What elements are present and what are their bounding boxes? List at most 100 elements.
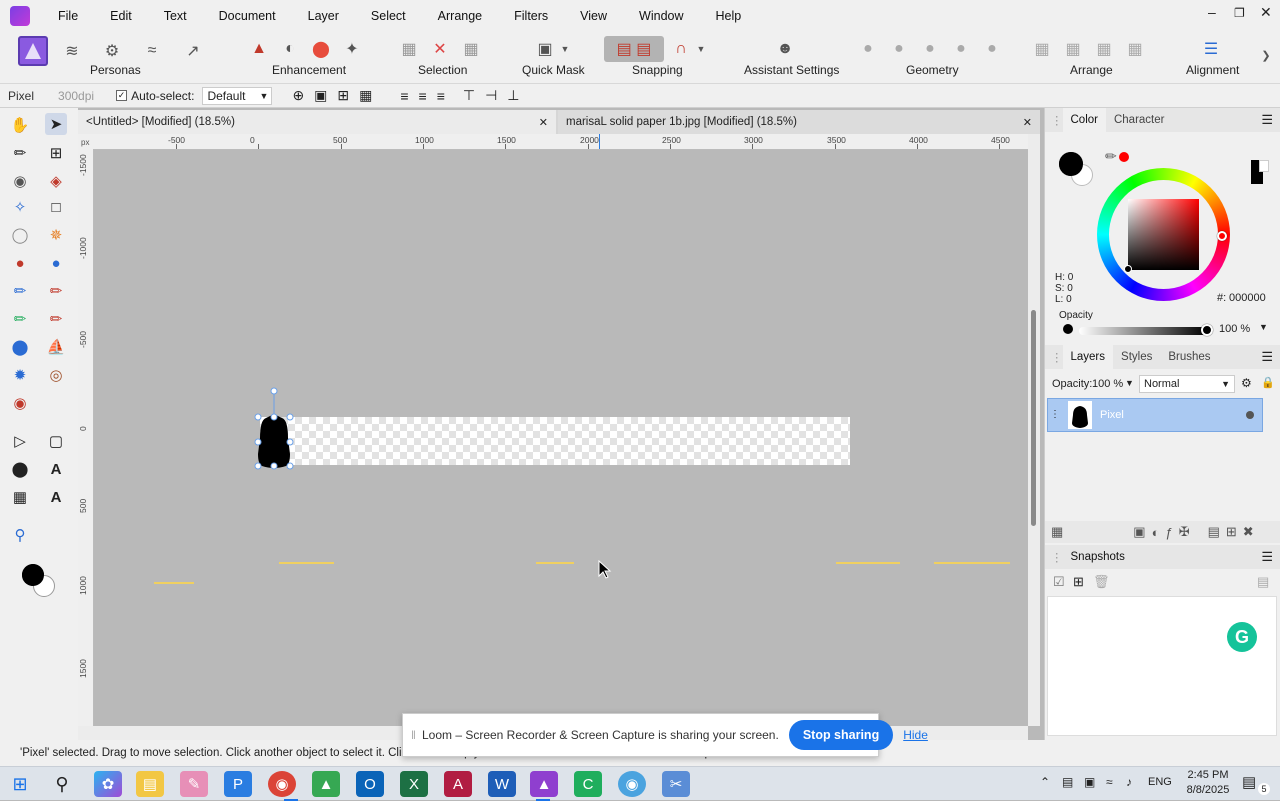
tab-solid-paper[interactable]: marisaL solid paper 1b.jpg [Modified] (1… bbox=[558, 110, 1040, 134]
white-swatch[interactable] bbox=[1259, 160, 1269, 172]
copilot-icon[interactable]: ✿ bbox=[94, 771, 122, 797]
snapshot-restore-icon[interactable]: ☑ bbox=[1053, 574, 1065, 590]
alignment-icon[interactable]: ☰ bbox=[1198, 36, 1224, 62]
quick-mask-icon[interactable]: ▣ bbox=[532, 36, 558, 62]
tray-volume-icon[interactable]: ♪ bbox=[1126, 775, 1132, 789]
menu-layer[interactable]: Layer bbox=[292, 9, 355, 23]
snapping-magnet-icon[interactable]: ∩ bbox=[668, 36, 694, 62]
distribute-icon[interactable]: ⊞ bbox=[337, 87, 349, 104]
word-icon[interactable]: W bbox=[488, 771, 516, 797]
snipping-tool-icon[interactable]: ✂ bbox=[662, 771, 690, 797]
adjustment-icon[interactable]: ▣ bbox=[1133, 524, 1145, 540]
color-picker-tool-icon[interactable]: ✏ bbox=[9, 142, 31, 164]
tab-close-icon[interactable]: ✕ bbox=[539, 116, 548, 129]
fx-icon[interactable]: ƒ bbox=[1165, 525, 1172, 540]
paint-app-icon[interactable]: ✎ bbox=[180, 771, 208, 797]
intersect-geometry-icon[interactable]: ● bbox=[917, 36, 943, 62]
red-eye-tool-icon[interactable]: ◉ bbox=[9, 392, 31, 414]
magic-wand-tool-icon[interactable]: ✧ bbox=[9, 196, 31, 218]
vertical-scrollbar[interactable] bbox=[1028, 134, 1040, 726]
add-geometry-icon[interactable]: ● bbox=[855, 36, 881, 62]
sl-handle[interactable] bbox=[1124, 265, 1132, 273]
horizontal-ruler[interactable]: -500 0 500 1000 1500 2000 2500 3000 3500 4000 4500 bbox=[93, 134, 1028, 150]
align-center-icon[interactable]: ≡ bbox=[419, 88, 427, 104]
erase-tool-icon[interactable]: ✏ bbox=[9, 280, 31, 302]
outlook-icon[interactable]: O bbox=[356, 771, 384, 797]
tab-close-icon[interactable]: ✕ bbox=[1023, 116, 1032, 129]
frame-text-tool-icon[interactable]: A bbox=[45, 486, 67, 508]
layer-mask-icon[interactable]: ▦ bbox=[1051, 524, 1063, 540]
delete-snapshot-icon[interactable]: 🗑 bbox=[1093, 574, 1110, 590]
develop-persona-icon[interactable]: ⚙ bbox=[99, 38, 125, 64]
canvas-area[interactable] bbox=[94, 150, 1028, 726]
selection-brush-tool-icon[interactable]: ◉ bbox=[9, 170, 31, 192]
chevron-down-icon[interactable]: ▼ bbox=[1259, 322, 1268, 332]
move-tool-icon[interactable]: ➤ bbox=[45, 113, 67, 135]
pencil-tool-icon[interactable]: ✏ bbox=[45, 280, 67, 302]
view-tool-icon[interactable]: ✋ bbox=[9, 114, 31, 136]
chart-app-icon[interactable]: ▲ bbox=[312, 771, 340, 797]
divide-geometry-icon[interactable]: ● bbox=[979, 36, 1005, 62]
lasso-tool-icon[interactable]: ✵ bbox=[45, 224, 67, 246]
tray-date[interactable]: 8/8/2025 bbox=[1180, 784, 1236, 796]
opacity-slider[interactable] bbox=[1079, 327, 1207, 335]
search-icon[interactable]: ⚲ bbox=[48, 771, 76, 797]
restore-icon[interactable]: ❐ bbox=[1234, 6, 1245, 20]
auto-select-dropdown[interactable]: Default ▼ bbox=[202, 86, 273, 105]
photo-persona-icon[interactable] bbox=[18, 36, 48, 66]
pixel-layer-shape[interactable] bbox=[250, 384, 298, 474]
paint-brush-tool-icon[interactable]: ● bbox=[9, 252, 31, 274]
add-snapshot-icon[interactable]: ⊞ bbox=[1073, 574, 1084, 590]
vertical-ruler[interactable]: -1500 -1000 -500 0 500 1000 1500 bbox=[78, 150, 94, 726]
panel-menu-icon[interactable]: ☰ bbox=[1261, 549, 1273, 565]
chrome-profile-icon[interactable]: ◉ bbox=[618, 771, 646, 797]
align-top-icon[interactable]: ⊤ bbox=[463, 87, 475, 104]
snapping-grid-icon[interactable]: ▤ ▤ bbox=[604, 36, 664, 62]
tab-styles[interactable]: Styles bbox=[1113, 351, 1160, 363]
close-window-icon[interactable]: ✕ bbox=[1260, 4, 1272, 21]
menu-select[interactable]: Select bbox=[355, 9, 422, 23]
eyedropper-icon[interactable]: ✏ bbox=[1105, 148, 1117, 165]
auto-select-checkbox[interactable]: ✓ bbox=[116, 90, 128, 101]
layer-opacity-value[interactable]: 100 % bbox=[1092, 378, 1123, 390]
subtract-geometry-icon[interactable]: ● bbox=[886, 36, 912, 62]
burn-tool-icon[interactable]: ✏ bbox=[45, 308, 67, 330]
shape-tool-icon[interactable]: ▢ bbox=[45, 430, 67, 452]
menu-filters[interactable]: Filters bbox=[498, 9, 564, 23]
crop-tool-icon[interactable]: ⊞ bbox=[45, 142, 67, 164]
white-balance-icon[interactable]: ◐ bbox=[277, 36, 303, 62]
tray-wifi-icon[interactable]: ≈ bbox=[1106, 775, 1113, 789]
liquify-persona-icon[interactable]: ≋ bbox=[59, 38, 85, 64]
app-p-icon[interactable]: P bbox=[224, 771, 252, 797]
tab-brushes[interactable]: Brushes bbox=[1160, 351, 1218, 363]
patch-tool-icon[interactable]: ◎ bbox=[45, 364, 67, 386]
flood-select-tool-icon[interactable]: ◈ bbox=[45, 170, 67, 192]
artistic-text-tool-icon[interactable]: A bbox=[45, 458, 67, 480]
layer-row-pixel[interactable]: ⋮ Pixel bbox=[1047, 398, 1263, 432]
ellipse-marquee-tool-icon[interactable]: ◯ bbox=[9, 224, 31, 246]
stop-sharing-button[interactable]: Stop sharing bbox=[788, 720, 894, 750]
color-primary-swatch-front[interactable] bbox=[1059, 152, 1083, 176]
layer-expand-icon[interactable]: ⋮ bbox=[1050, 409, 1060, 420]
menu-view[interactable]: View bbox=[564, 9, 623, 23]
delete-layer-icon[interactable]: ✖ bbox=[1243, 524, 1254, 540]
deselect-icon[interactable]: ✕ bbox=[427, 36, 453, 62]
layer-name[interactable]: Pixel bbox=[1100, 409, 1124, 421]
move-to-front-icon[interactable]: ▦ bbox=[1122, 36, 1148, 62]
menu-file[interactable]: File bbox=[42, 9, 94, 23]
auto-enhance-icon[interactable]: ✦ bbox=[339, 36, 365, 62]
lock-icon[interactable]: 🔒 bbox=[1261, 376, 1275, 389]
fill-tool-icon[interactable]: ● bbox=[45, 252, 67, 274]
menu-text[interactable]: Text bbox=[148, 9, 203, 23]
hide-link[interactable]: Hide bbox=[903, 728, 928, 742]
file-explorer-icon[interactable]: ▤ bbox=[136, 771, 164, 797]
minimize-icon[interactable]: – bbox=[1208, 4, 1216, 20]
tab-layers[interactable]: Layers bbox=[1062, 345, 1114, 369]
tab-character[interactable]: Character bbox=[1106, 114, 1173, 126]
tray-chevron-icon[interactable]: ⌃ bbox=[1040, 775, 1050, 789]
tab-color[interactable]: Color bbox=[1062, 108, 1106, 132]
move-back-icon[interactable]: ▦ bbox=[1060, 36, 1086, 62]
excel-icon[interactable]: X bbox=[400, 771, 428, 797]
pin-icon[interactable]: ✠ bbox=[1179, 524, 1190, 540]
menu-arrange[interactable]: Arrange bbox=[422, 9, 498, 23]
